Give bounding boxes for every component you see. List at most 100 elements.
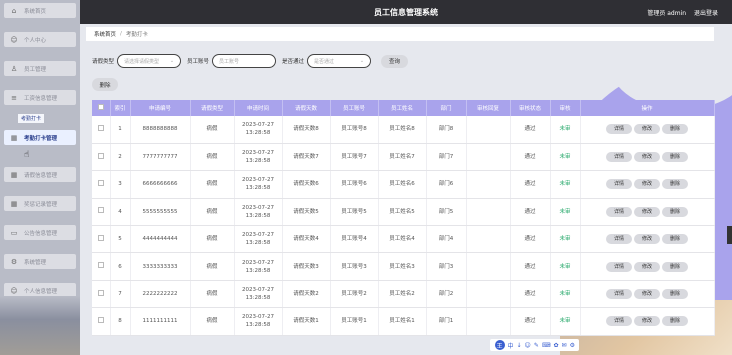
table-cell-audit: 通过 [510,280,551,309]
logout-link[interactable]: 退出登录 [694,10,718,17]
row-checkbox[interactable] [97,234,104,241]
select-all-checkbox[interactable] [97,104,104,110]
row-select-cell[interactable] [92,170,111,199]
row-checkbox[interactable] [97,179,104,186]
table-cell-actions: 详情 修改 删除 [580,170,715,199]
edit-button[interactable]: 修改 [634,234,660,245]
table-cell-time: 2023-07-27 13:28:58 [234,307,283,336]
side-panel-handle[interactable] [727,226,732,244]
table-cell-days: 请假天数7 [282,143,331,172]
table-cell-name: 员工姓名5 [378,198,427,227]
detail-button[interactable]: 详情 [606,124,632,135]
sidebar-item-profile[interactable]: ☺ 个人中心 [4,32,76,47]
edit-button[interactable]: 修改 [634,289,660,300]
breadcrumb-current: 考勤打卡 [125,32,148,38]
detail-button[interactable]: 详情 [606,316,632,327]
row-select-cell[interactable] [92,225,111,254]
delete-row-button[interactable]: 删除 [662,152,688,163]
edit-button[interactable]: 修改 [634,316,660,327]
sidebar-sub-item-attendance[interactable]: 考勤打卡 [18,114,45,123]
ime-item[interactable]: ↓ [517,342,522,349]
row-checkbox[interactable] [97,207,104,214]
delete-row-button[interactable]: 删除 [662,289,688,300]
table-cell-name: 员工姓名2 [378,280,427,309]
detail-button[interactable]: 详情 [606,152,632,163]
row-checkbox[interactable] [97,262,104,269]
breadcrumb-root[interactable]: 系统首页 [94,30,116,38]
delete-button[interactable]: 删除 [92,78,118,91]
delete-row-button[interactable]: 删除 [662,179,688,190]
row-select-cell[interactable] [92,280,111,309]
column-header: 审核状态 [510,100,551,116]
table-cell-time: 2023-07-27 13:28:58 [234,252,283,281]
ime-item[interactable]: 中 [508,341,514,350]
ime-item[interactable]: ✎ [534,342,539,349]
ime-item[interactable]: ✉ [562,342,567,349]
sidebar-item-home[interactable]: ⌂ 系统首页 [4,3,76,18]
sidebar-item-salary[interactable]: ≡ 工资信息管理 [4,90,76,105]
table-cell-days: 请假天数3 [282,252,331,281]
row-checkbox[interactable] [97,289,104,296]
table-cell-status: 未审 [550,170,581,199]
table-cell-code: 7777777777 [130,143,191,172]
edit-button[interactable]: 修改 [634,206,660,217]
data-table: 索引 申请编号 请假类型 申请时间 请假天数 员工账号 员工姓名 部门 审核回复… [92,100,715,336]
delete-row-button[interactable]: 删除 [662,124,688,135]
ime-item[interactable]: ☺ [525,342,531,349]
table-cell-type: 病假 [190,116,235,144]
chevron-down-icon: ⌄ [359,58,365,64]
column-header: 部门 [426,100,467,116]
approved-placeholder: 是否通过 [314,58,335,65]
table-cell-audit: 通过 [510,170,551,199]
leave-type-select[interactable]: 请选择请假类型 ⌄ [117,54,182,68]
table-cell-days: 请假天数2 [282,280,331,309]
approved-select[interactable]: 是否通过 ⌄ [307,54,372,68]
delete-row-button[interactable]: 删除 [662,234,688,245]
table-cell-status: 未审 [550,116,581,144]
table-cell-index: 4 [110,198,131,227]
table-cell-index: 8 [110,307,131,336]
detail-button[interactable]: 详情 [606,234,632,245]
row-checkbox[interactable] [97,152,104,159]
detail-button[interactable]: 详情 [606,206,632,217]
edit-button[interactable]: 修改 [634,124,660,135]
ime-toolbar[interactable]: 王 中 ↓ ☺ ✎ ⌨ ✿ ✉ ⚙ [490,339,580,351]
table-cell-dept: 部门8 [426,116,467,144]
sidebar-item-rewards[interactable]: ▦ 奖惩记录管理 [4,196,76,211]
sidebar-item-employees[interactable]: ♙ 员工管理 [4,61,76,76]
ime-item[interactable]: ⚙ [570,342,575,349]
sidebar-item-system[interactable]: ⚙ 系统管理 [4,254,76,269]
table-cell-audit: 通过 [510,307,551,336]
row-select-cell[interactable] [92,198,111,227]
table-cell-index: 6 [110,252,131,281]
edit-button[interactable]: 修改 [634,261,660,272]
row-select-cell[interactable] [92,143,111,172]
detail-button[interactable]: 详情 [606,289,632,300]
sidebar-item-notices[interactable]: ▭ 公告信息管理 [4,225,76,240]
table-cell-type: 病假 [190,307,235,336]
sidebar-item-label: 请假信息管理 [24,172,58,179]
ime-item[interactable]: ✿ [554,342,559,349]
delete-row-button[interactable]: 删除 [662,261,688,272]
detail-button[interactable]: 详情 [606,261,632,272]
delete-row-button[interactable]: 删除 [662,316,688,327]
row-checkbox[interactable] [97,316,104,323]
edit-button[interactable]: 修改 [634,179,660,190]
row-checkbox[interactable] [97,124,104,131]
row-select-cell[interactable] [92,252,111,281]
row-select-cell[interactable] [92,116,111,144]
search-button[interactable]: 查询 [381,54,409,68]
ime-logo-icon[interactable]: 王 [494,340,505,350]
sidebar-item-label: 系统首页 [24,8,47,15]
sidebar-background-image [0,296,80,355]
account-input[interactable]: 员工账号 [212,54,277,68]
ime-item[interactable]: ⌨ [542,342,551,349]
row-select-cell[interactable] [92,307,111,336]
sidebar-item-attendance[interactable]: ▦ 考勤打卡管理 [4,130,76,145]
detail-button[interactable]: 详情 [606,179,632,190]
edit-button[interactable]: 修改 [634,152,660,163]
select-all-column[interactable] [92,100,111,116]
delete-row-button[interactable]: 删除 [662,206,688,217]
sidebar-item-leave[interactable]: ▦ 请假信息管理 [4,167,76,182]
table-cell-reply [466,307,511,336]
